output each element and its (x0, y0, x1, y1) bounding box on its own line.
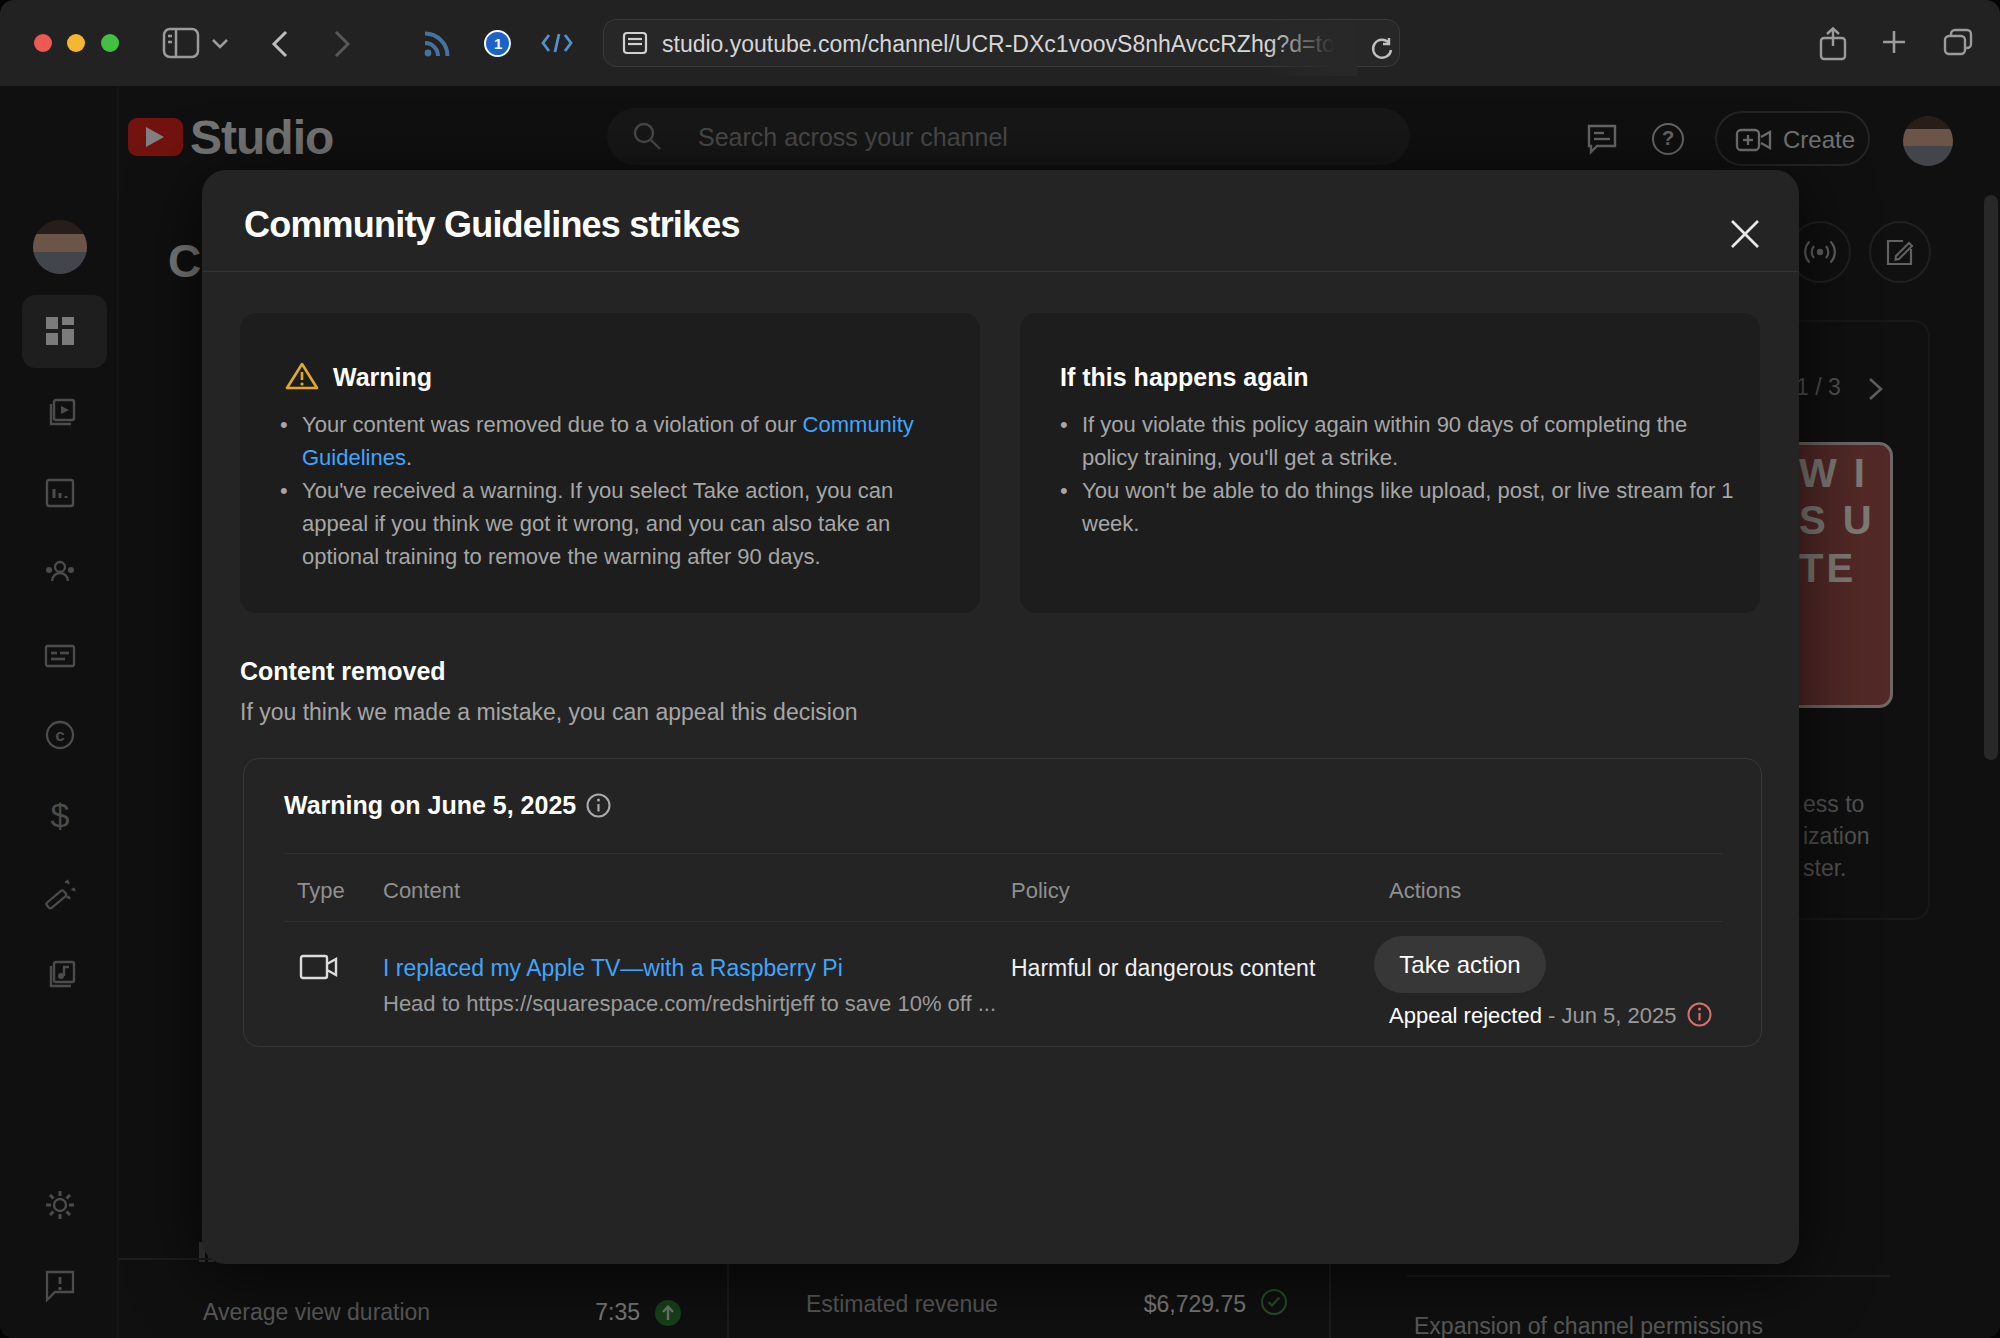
tab-overview-button[interactable] (1942, 27, 1974, 57)
policy-value: Harmful or dangerous content (1011, 955, 1315, 982)
warning-card: Warning Your content was removed due to … (240, 313, 980, 613)
warning-icon (285, 361, 319, 391)
code-extension-icon[interactable] (540, 31, 574, 55)
video-type-icon (299, 952, 339, 982)
modal-title: Community Guidelines strikes (244, 204, 740, 246)
url-text[interactable]: studio.youtube.com/channel/UCR-DXc1voovS… (662, 31, 1362, 58)
table-divider-top (284, 853, 1723, 854)
new-tab-button[interactable] (1880, 28, 1908, 56)
strike-details-card: Warning on June 5, 2025 Type Content Pol… (243, 758, 1762, 1047)
strikes-modal: Community Guidelines strikes Warning You… (202, 170, 1799, 1264)
column-header-actions: Actions (1389, 878, 1461, 904)
table-divider-header (284, 921, 1723, 922)
browser-window: 1 studio.youtube.com/channel/UCR-DXc1voo… (0, 0, 2000, 1338)
column-header-type: Type (297, 878, 345, 904)
appeal-status-line: Appeal rejected - Jun 5, 2025 (1389, 998, 1708, 1029)
reader-view-icon[interactable] (622, 30, 648, 56)
title-divider (202, 271, 1799, 272)
if-again-card: If this happens again If you violate thi… (1020, 313, 1760, 613)
if-again-bullet-1: If you violate this policy again within … (1020, 408, 1760, 474)
strike-card-heading-row: Warning on June 5, 2025 (284, 791, 611, 820)
appeal-rejected-info-icon[interactable] (1687, 1002, 1712, 1027)
appeal-status: Appeal rejected (1389, 1003, 1542, 1028)
onepassword-extension-icon[interactable]: 1 (484, 30, 511, 57)
strike-card-heading: Warning on June 5, 2025 (284, 791, 576, 820)
take-action-button[interactable]: Take action (1374, 936, 1546, 993)
window-minimize-button[interactable] (67, 34, 85, 52)
warning-heading: Warning (333, 363, 432, 392)
window-zoom-button[interactable] (101, 34, 119, 52)
appeal-date: - Jun 5, 2025 (1548, 1003, 1676, 1028)
sidebar-toggle-icon[interactable] (162, 27, 200, 59)
share-button[interactable] (1818, 26, 1848, 62)
if-again-bullet-2: You won't be able to do things like uplo… (1020, 474, 1760, 540)
content-removed-subheading: If you think we made a mistake, you can … (240, 699, 858, 726)
url-fade (1267, 22, 1357, 76)
address-bar[interactable]: studio.youtube.com/channel/UCR-DXc1voovS… (603, 19, 1400, 67)
back-button[interactable] (268, 29, 294, 59)
reload-button[interactable] (1370, 37, 1394, 63)
video-subtitle: Head to https://squarespace.com/redshirt… (383, 991, 996, 1017)
close-icon[interactable] (1726, 215, 1764, 253)
column-header-content: Content (383, 878, 460, 904)
take-action-label: Take action (1399, 951, 1520, 978)
forward-button[interactable] (328, 29, 354, 59)
if-again-heading: If this happens again (1060, 363, 1309, 392)
toolbar-chevron-down-icon[interactable] (210, 36, 230, 50)
rss-extension-icon[interactable] (423, 30, 451, 58)
warning-bullet-2: You've received a warning. If you select… (240, 474, 980, 573)
column-header-policy: Policy (1011, 878, 1070, 904)
warning-bullet-1: Your content was removed due to a violat… (240, 408, 980, 474)
content-removed-heading: Content removed (240, 657, 446, 686)
video-title-link[interactable]: I replaced my Apple TV—with a Raspberry … (383, 955, 843, 982)
browser-toolbar: 1 studio.youtube.com/channel/UCR-DXc1voo… (0, 0, 2000, 86)
window-close-button[interactable] (34, 34, 52, 52)
info-icon[interactable] (586, 793, 611, 818)
